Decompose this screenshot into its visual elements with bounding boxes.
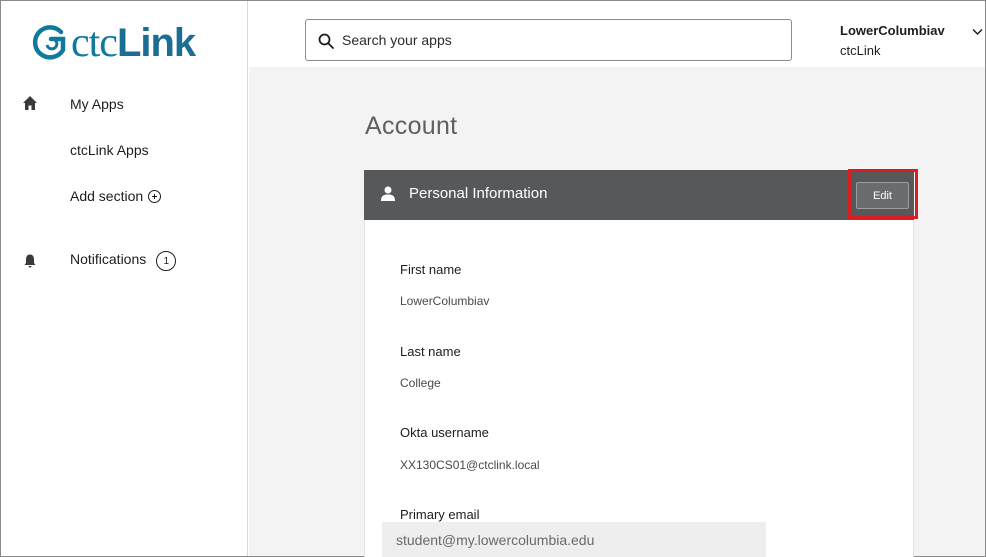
sidebar-item-label: Notifications	[70, 250, 147, 267]
sidebar-item-notifications[interactable]: Notifications 1	[1, 250, 247, 272]
page-title: Account	[365, 112, 458, 140]
sidebar-item-label: ctcLink Apps	[70, 142, 149, 158]
chevron-down-icon[interactable]	[972, 28, 983, 36]
card-title: Personal Information	[409, 185, 548, 202]
notification-count-badge: 1	[156, 251, 177, 272]
ctclink-logo-mark-icon	[32, 25, 66, 60]
last-name-value: College	[400, 376, 441, 390]
okta-username-value: XX130CS01@ctclink.local	[400, 458, 540, 472]
user-name[interactable]: LowerColumbiav	[840, 23, 945, 38]
sidebar-item-label: My Apps	[70, 96, 124, 112]
okta-username-label: Okta username	[400, 425, 489, 440]
edit-button[interactable]: Edit	[856, 182, 909, 209]
ctclink-logo[interactable]: ctc Link	[29, 15, 196, 71]
last-name-label: Last name	[400, 344, 461, 359]
sidebar-item-label-wrap: Notifications 1	[70, 250, 177, 272]
user-icon	[381, 186, 395, 201]
home-icon	[23, 96, 37, 110]
logo-text-link: Link	[116, 20, 196, 65]
plus-circle-icon	[148, 190, 162, 203]
primary-email-field[interactable]	[382, 522, 766, 557]
sidebar-item-add-section[interactable]: Add section	[1, 186, 247, 206]
sidebar: ctc Link My Apps ctcLink Apps Add section…	[1, 1, 248, 556]
personal-info-header: Personal Information	[364, 170, 914, 220]
primary-email-label: Primary email	[400, 507, 480, 522]
logo-text-ctc: ctc	[71, 20, 118, 66]
sidebar-item-label: Add section	[70, 188, 144, 204]
user-org: ctcLink	[840, 43, 881, 58]
search-input[interactable]	[342, 20, 782, 60]
first-name-label: First name	[400, 262, 462, 277]
sidebar-item-my-apps[interactable]: My Apps	[1, 94, 247, 114]
search-box[interactable]	[305, 19, 792, 61]
search-icon	[318, 33, 334, 49]
first-name-value: LowerColumbiav	[400, 294, 490, 308]
sidebar-item-ctclink-apps[interactable]: ctcLink Apps	[1, 140, 247, 160]
bell-icon	[24, 254, 36, 268]
sidebar-item-label-wrap: Add section	[70, 188, 162, 204]
